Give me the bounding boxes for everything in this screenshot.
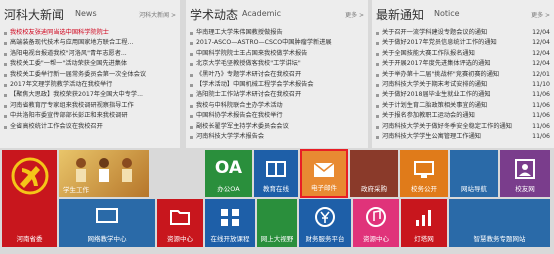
list-item[interactable]: 洛阳院士工作站学术研讨会在我校召开 [186,90,368,100]
tile-label: 财务服务平台 [305,235,345,243]
list-item[interactable]: 全省高校统计工作会议在我校召开 [0,122,180,132]
online-course-tile[interactable]: 在线开放课程 [205,199,255,247]
list-item[interactable]: 关于召开一流学科建设专题会议的通知 12/04 [372,28,554,38]
list-item[interactable]: 中国科学院院士王占国来我校做学术报告 [186,49,368,59]
news-more-link[interactable]: 河科大新闻 > [139,10,176,19]
list-item[interactable]: 【学术活动】中国机械工程学会学术报告会 [186,80,368,90]
list-item[interactable]: 河南科技大学学术报告会 [186,132,368,142]
list-item[interactable]: 中共洛阳市委宣传部部长彭正和来我校调研 [0,111,180,121]
yen-coin-icon [315,207,335,227]
envelope-icon [313,162,335,177]
list-item[interactable]: 关于计划生育二胎政策相关事宜的通知 11/06 [372,101,554,111]
student-work-tile[interactable]: 学生工作 [59,150,149,197]
list-item[interactable]: 中国科协学术报告会在我校举行 [186,111,368,121]
list-item[interactable]: 北京大学毛坚教授做客我校"工学讲坛" [186,59,368,69]
oa-icon: OA [214,158,243,178]
tile-label: 灯塔网 [414,235,434,243]
tile-label: 资源中心 [167,235,193,243]
finance-tile[interactable]: 财务服务平台 [299,199,351,247]
list-item[interactable]: 关于开展2017年度先进集体评选的通知 12/04 [372,59,554,69]
book-icon [266,161,286,177]
purchase-tile[interactable]: 政府采购 [350,150,398,197]
list-item[interactable]: 我校关工委举行新一届常务委员会第一次全体会议 [0,70,180,80]
list-item[interactable]: 我校关工委"一帮一"活动荣获全国先进集体 [0,59,180,69]
news-subtitle: News [75,9,97,18]
teaching-center-tile[interactable]: 网络教学中心 [59,199,155,247]
email-tile[interactable]: 电子邮件 [300,149,348,198]
notice-title: 最新通知 [376,8,425,22]
radio-tile[interactable]: 灯塔网 [401,199,447,247]
tile-label: 办公OA [217,185,240,193]
academic-list: 华南理工大学朱伟国教授做报告 2017-ASCO—ASTRO—CSCO中国肿瘤学… [186,28,368,142]
list-item[interactable]: 2017年文理学院教学活动在我校举行 [0,80,180,90]
open-affairs-tile[interactable]: 校务公开 [400,150,448,197]
students-icon [76,158,132,182]
academic-panel: 学术动态 Academic 更多 > 华南理工大学朱伟国教授做报告 2017-A… [186,0,368,148]
list-item[interactable]: 关于做好2018届毕业生就业工作的通知 11/06 [372,90,554,100]
list-item[interactable]: 河南省教育厅专家组来我校调研视察指导工作 [0,101,180,111]
oa-tile[interactable]: OA 办公OA [205,150,252,197]
news-list: 我校校友张迪同当选中国科学院院士 高端装备现代技术与应用国家地方联合工程... … [0,28,180,132]
tile-label: 在线开放课程 [210,235,250,243]
academic-title: 学术动态 [190,8,239,22]
list-item[interactable]: 【聚焦大思政】我校荣获2017年全国大中专学... [0,90,180,100]
list-item[interactable]: 河南科技大学关于期末考试安排的通知 11/10 [372,80,554,90]
tile-label: 网络教学中心 [87,235,127,243]
tile-label: 网站导航 [461,185,487,193]
resource-center-tile[interactable]: 资源中心 [157,199,203,247]
tile-label: 河南省委 [16,235,43,243]
digital-campus-tile[interactable]: 智慧教务专题网站 [449,199,550,247]
list-item[interactable]: 河南科技大学学生公寓管理工作通知 11/06 [372,132,554,142]
list-item[interactable]: 《黑叶乃》专题学术研讨会在我校召开 [186,70,368,80]
list-item[interactable]: 2017-ASCO—ASTRO—CSCO中国肿瘤学新进展 [186,38,368,48]
person-icon [515,159,535,179]
music-note-icon [366,207,386,227]
tile-label: 电子邮件 [311,184,337,192]
site-nav-tile[interactable]: 网站导航 [450,150,498,197]
notice-panel: 最新通知 Notice 更多 > 关于召开一流学科建设专题会议的通知 12/04 … [372,0,554,148]
library-tile[interactable]: 网上大视野 [257,199,297,247]
list-item[interactable]: 我校校友张迪同当选中国科学院院士 [0,28,180,38]
list-item[interactable]: 关于报名参加教职工运动会的通知 11/06 [372,111,554,121]
list-item[interactable]: 关于全国技能大赛工作队报名通知 12/04 [372,49,554,59]
monitor-icon [414,161,434,178]
tile-label: 教育在线 [263,185,289,193]
notice-header: 最新通知 Notice 更多 > [372,6,554,26]
news-panel: 河科大新闻 News 河科大新闻 > 我校校友张迪同当选中国科学院院士 高端装备… [0,0,180,148]
list-item[interactable]: 关于举办第十二届"挑战杯"竞赛初赛的通知 12/01 [372,70,554,80]
tile-label: 政府采购 [361,185,387,193]
list-item[interactable]: 副校长翟学军主持学术委员会会议 [186,122,368,132]
edu-online-tile[interactable]: 教育在线 [254,150,298,197]
list-item[interactable]: 华南理工大学朱伟国教授做报告 [186,28,368,38]
screen-icon [96,208,118,223]
list-item[interactable]: 洛阳电视台报道我校"河洛风"青年志愿者... [0,49,180,59]
list-item[interactable]: 关于做好2017年党员信息统计工作的通知 12/04 [372,38,554,48]
academic-header: 学术动态 Academic 更多 > [186,6,368,26]
notice-more-link[interactable]: 更多 > [531,10,550,19]
party-emblem-icon [11,157,48,195]
grid-icon [221,209,239,226]
news-title: 河科大新闻 [4,8,65,22]
notice-subtitle: Notice [434,9,460,18]
music-tile[interactable]: 资源中心 [353,199,399,247]
signal-icon [416,210,431,226]
tile-label: 校务公开 [411,185,437,193]
notice-list: 关于召开一流学科建设专题会议的通知 12/04 关于做好2017年党员信息统计工作… [372,28,554,142]
party-tile[interactable]: 河南省委 [2,150,57,247]
list-item[interactable]: 高端装备现代技术与应用国家地方联合工程... [0,38,180,48]
folder-icon [170,210,190,225]
alumni-tile[interactable]: 校友网 [500,150,550,197]
academic-subtitle: Academic [242,9,282,18]
tile-label: 学生工作 [63,186,89,194]
homepage-portal: 河科大新闻 News 河科大新闻 > 我校校友张迪同当选中国科学院院士 高端装备… [0,0,554,254]
tile-label: 网上大视野 [260,235,294,243]
tile-label: 智慧教务专题网站 [473,235,526,243]
list-item[interactable]: 我校与中科院联合主办学术活动 [186,101,368,111]
tile-label: 资源中心 [363,235,389,243]
tile-label: 校友网 [515,185,535,193]
list-item[interactable]: 河南科技大学关于做好冬季安全稳定工作的通知 11/06 [372,122,554,132]
news-header: 河科大新闻 News 河科大新闻 > [0,6,180,26]
academic-more-link[interactable]: 更多 > [345,10,364,19]
